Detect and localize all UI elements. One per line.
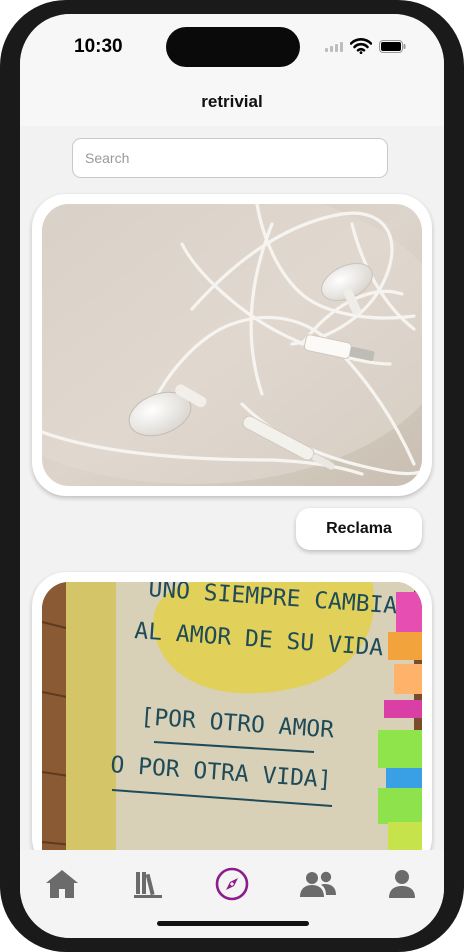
- item-card[interactable]: [32, 194, 432, 496]
- tab-home[interactable]: [40, 862, 84, 906]
- phone-frame: 10:30 retrivial Search Reclama UNO SIEMP…: [0, 0, 464, 952]
- status-bar: 10:30: [20, 14, 444, 84]
- tab-profile[interactable]: [380, 862, 424, 906]
- dynamic-island: [166, 27, 300, 67]
- profile-icon: [389, 870, 415, 898]
- home-indicator: [157, 921, 309, 926]
- tab-library[interactable]: [126, 862, 170, 906]
- signal-icon: [325, 42, 343, 52]
- app-screen: 10:30 retrivial Search Reclama UNO SIEMP…: [20, 14, 444, 938]
- compass-icon: [215, 867, 249, 901]
- tab-explore[interactable]: [210, 862, 254, 906]
- library-icon: [134, 872, 162, 898]
- item-card[interactable]: UNO SIEMPRE CAMBIA AL AMOR DE SU VIDA [P…: [32, 572, 432, 872]
- home-icon: [46, 870, 78, 898]
- users-icon: [300, 871, 336, 897]
- claim-button[interactable]: Reclama: [296, 508, 422, 550]
- status-time: 10:30: [74, 36, 123, 57]
- tab-community[interactable]: [296, 862, 340, 906]
- wifi-icon: [350, 38, 372, 54]
- earphones-photo: [42, 204, 422, 486]
- book-photo: UNO SIEMPRE CAMBIA AL AMOR DE SU VIDA [P…: [42, 582, 422, 872]
- battery-icon: [379, 40, 406, 53]
- search-input[interactable]: [72, 138, 388, 178]
- app-header: retrivial: [20, 84, 444, 126]
- page-title: retrivial: [201, 92, 263, 111]
